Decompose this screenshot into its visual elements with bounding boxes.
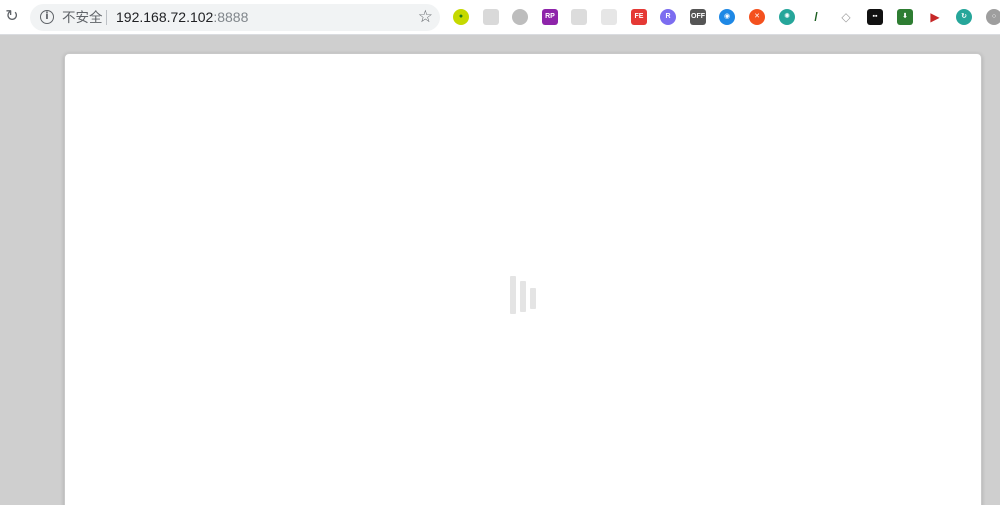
loader-bar-1 bbox=[510, 276, 516, 314]
extension-icon-4[interactable]: RP bbox=[542, 9, 558, 25]
extension-icon-12[interactable]: ✺ bbox=[779, 9, 795, 25]
url-text[interactable]: 192.168.72.102:8888 bbox=[116, 9, 248, 26]
browser-toolbar: ↻ i 不安全 192.168.72.102:8888 ☆ ● RP FE R OFF ◉… bbox=[0, 0, 1000, 35]
extension-icon-2[interactable] bbox=[483, 9, 499, 25]
extension-icon-10[interactable]: ◉ bbox=[719, 9, 735, 25]
extension-icon-7[interactable]: FE bbox=[631, 9, 647, 25]
star-icon[interactable]: ☆ bbox=[418, 7, 433, 27]
page-content bbox=[64, 53, 982, 505]
extension-icon-8[interactable]: R bbox=[660, 9, 676, 25]
url-port: :8888 bbox=[213, 9, 249, 25]
extension-icon-19[interactable]: ○ bbox=[986, 9, 1000, 25]
extension-icon-17[interactable]: ▶ bbox=[927, 9, 943, 25]
reload-icon[interactable]: ↻ bbox=[3, 8, 21, 26]
extension-icon-15[interactable]: ▪▪ bbox=[867, 9, 883, 25]
extension-icon-1[interactable]: ● bbox=[453, 9, 469, 25]
address-divider bbox=[106, 10, 107, 25]
extension-icon-13[interactable]: / bbox=[808, 9, 824, 25]
address-bar[interactable]: i 不安全 192.168.72.102:8888 ☆ bbox=[30, 4, 440, 31]
security-label[interactable]: 不安全 bbox=[62, 9, 103, 26]
loader-bar-3 bbox=[530, 288, 536, 309]
url-host: 192.168.72.102 bbox=[116, 9, 214, 25]
extension-icon-9[interactable]: OFF bbox=[690, 9, 706, 25]
extension-icon-18[interactable]: ↻ bbox=[956, 9, 972, 25]
loading-bars-icon bbox=[510, 276, 538, 316]
loader-bar-2 bbox=[520, 281, 526, 312]
extension-icon-11[interactable]: ✕ bbox=[749, 9, 765, 25]
extension-icon-16[interactable]: ⬇ bbox=[897, 9, 913, 25]
extension-icon-14[interactable]: ◇ bbox=[838, 9, 854, 25]
extension-icon-3[interactable] bbox=[512, 9, 528, 25]
info-icon[interactable]: i bbox=[40, 10, 54, 24]
extension-icon-6[interactable] bbox=[601, 9, 617, 25]
extension-icon-5[interactable] bbox=[571, 9, 587, 25]
